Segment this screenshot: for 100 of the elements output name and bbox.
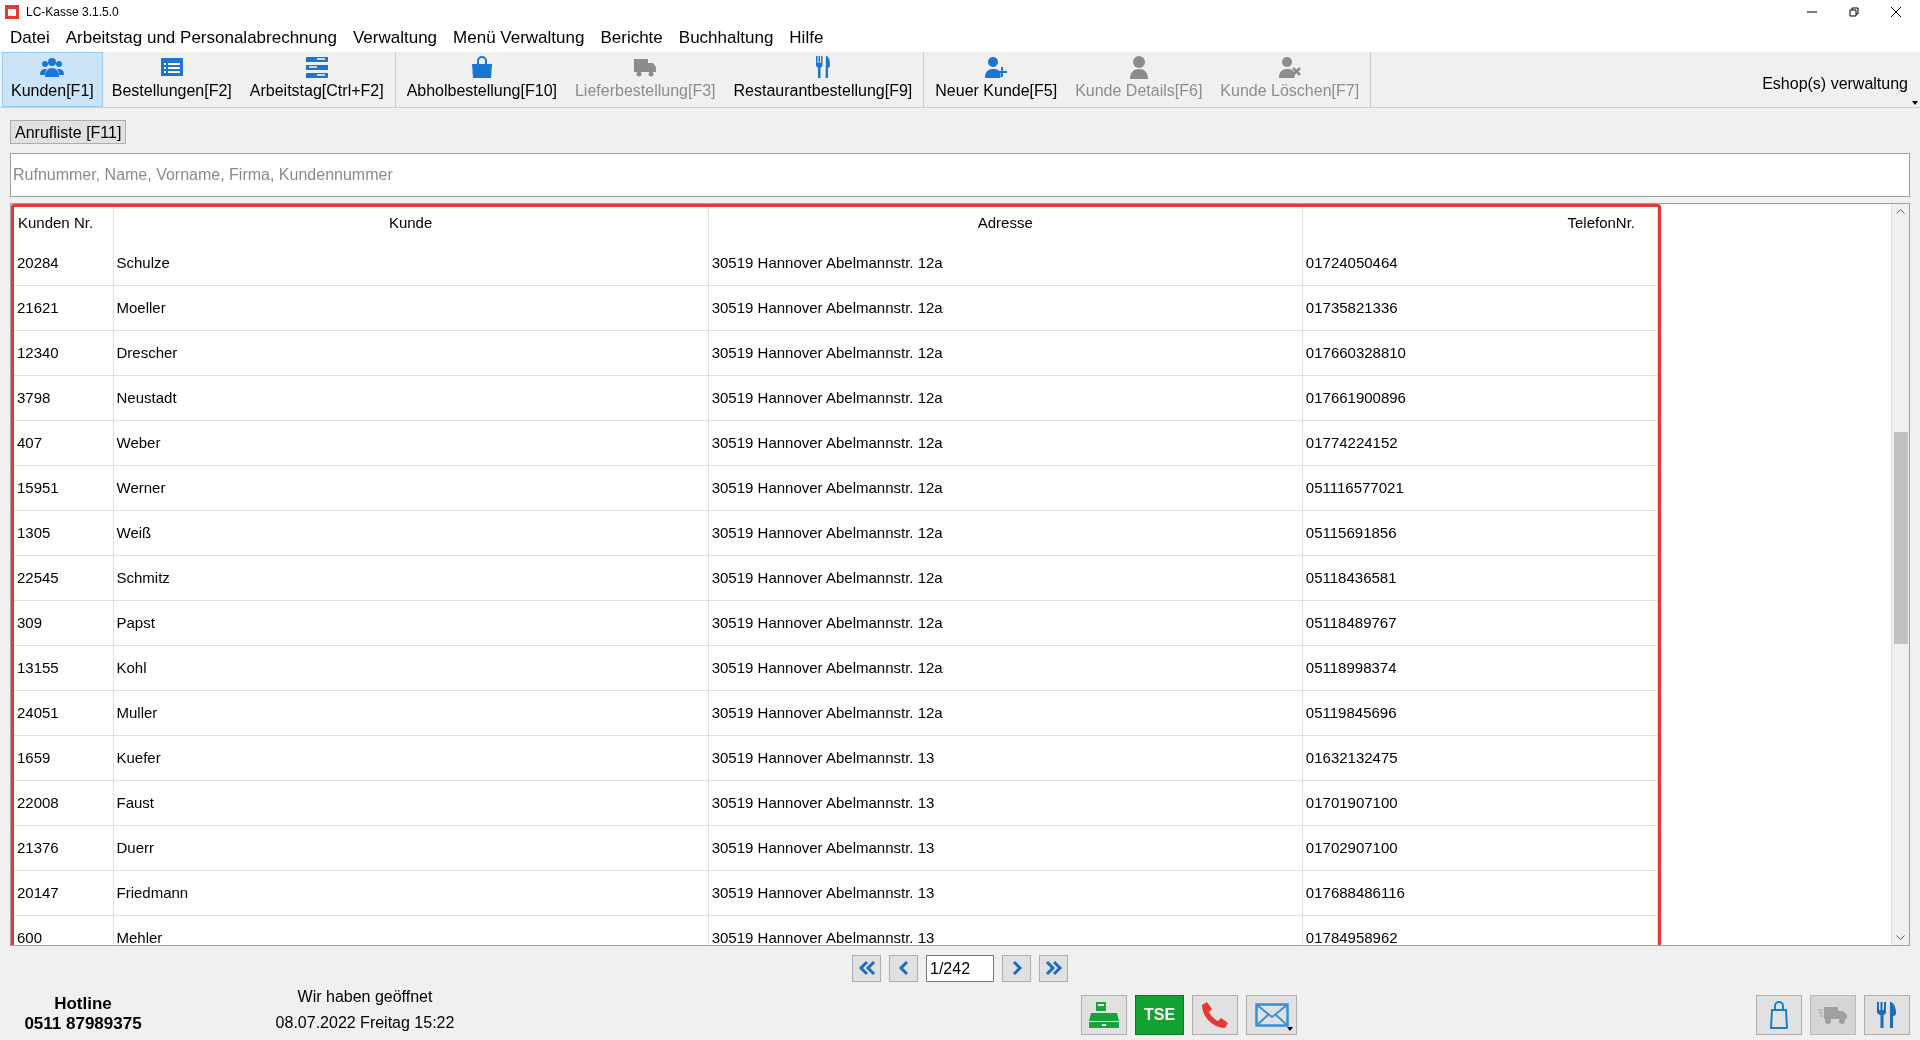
double-chevron-left-icon [856,960,877,977]
table-cell: 30519 Hannover Abelmannstr. 12a [708,240,1303,286]
cutlery-icon [1875,1001,1899,1029]
table-cell: 30519 Hannover Abelmannstr. 12a [708,645,1303,691]
next-page-button[interactable] [1002,954,1031,982]
table-cell: 30519 Hannover Abelmannstr. 13 [708,780,1303,826]
table-cell: 05118436581 [1302,555,1658,601]
table-cell: 30519 Hannover Abelmannstr. 12a [708,420,1303,466]
table-cell: Muller [113,690,709,736]
add-user-icon [984,54,1009,79]
table-cell: Kohl [113,645,709,691]
table-cell: 600 [14,915,113,945]
table-cell: 1659 [14,735,113,781]
table-cell: Faust [113,780,709,826]
toolbar-button[interactable]: Neuer Kunde[F5] [926,51,1067,107]
table-cell: 15951 [14,465,113,511]
toolbar-button[interactable]: Abholbestellung[F10] [397,51,566,107]
column-header[interactable]: Adresse [708,206,1303,241]
table-cell: 01784958962 [1302,915,1658,945]
table-cell: Kuefer [113,735,709,781]
table-cell: 01701907100 [1302,780,1658,826]
page-field[interactable]: 1/242 [926,954,994,982]
column-header[interactable]: TelefonNr. [1302,206,1658,241]
menu-item[interactable]: Berichte [592,25,671,51]
app-logo-icon [4,3,20,20]
table-cell: 30519 Hannover Abelmannstr. 13 [708,870,1303,916]
table-cell: Drescher [113,330,709,376]
hotline-number: 0511 87989375 [24,1014,142,1034]
menu-item[interactable]: Datei [2,25,58,51]
first-page-button[interactable] [852,954,881,982]
scroll-down-icon[interactable] [1896,935,1905,942]
table-cell: 01724050464 [1302,240,1658,286]
table-cell: 30519 Hannover Abelmannstr. 12a [708,555,1303,601]
toolbar-button[interactable]: Bestellungen[F2] [102,51,241,107]
table-cell: 30519 Hannover Abelmannstr. 12a [708,465,1303,511]
scroll-up-icon[interactable] [1896,207,1905,214]
table-cell: 30519 Hannover Abelmannstr. 12a [708,600,1303,646]
dropdown-caret-icon [1287,1027,1293,1031]
hotline-label: Hotline [54,994,112,1014]
table-cell: 051116577021 [1302,465,1658,511]
last-page-button[interactable] [1039,954,1068,982]
previous-page-button[interactable] [889,954,918,982]
table-cell: Schmitz [113,555,709,601]
chevron-left-icon [897,960,910,977]
menu-item[interactable]: Menü Verwaltung [445,25,593,51]
table-cell: 30519 Hannover Abelmannstr. 13 [708,735,1303,781]
table-cell: 05118489767 [1302,600,1658,646]
search-field[interactable]: Rufnummer, Name, Vorname, Firma, Kundennummer [10,152,1910,197]
column-header[interactable]: Kunden Nr. [14,206,113,241]
table-cell: 22545 [14,555,113,601]
table-cell: 01702907100 [1302,825,1658,871]
table-cell: Friedmann [113,870,709,916]
table-cell: 30519 Hannover Abelmannstr. 12a [708,330,1303,376]
vertical-scrollbar[interactable] [1891,203,1909,946]
table-cell: 407 [14,420,113,466]
server-icon [304,54,329,79]
table-cell: 30519 Hannover Abelmannstr. 12a [708,375,1303,421]
phone-button[interactable] [1192,995,1238,1035]
table-cell: 21376 [14,825,113,871]
mail-button[interactable] [1246,995,1297,1035]
mail-icon [1254,1003,1289,1027]
eshop-menu[interactable]: Eshop(s) verwaltung [1762,72,1908,97]
register-button[interactable] [1081,995,1127,1035]
menu-item[interactable]: Buchhaltung [670,25,782,51]
remove-user-icon [1277,54,1302,79]
table-cell: Neustadt [113,375,709,421]
menu-item[interactable]: Verwaltung [344,25,446,51]
toolbar-button[interactable]: Restaurantbestellung[F9] [724,51,922,107]
table-cell: 05118998374 [1302,645,1658,691]
restore-icon[interactable] [1848,5,1860,18]
table-cell: 017661900896 [1302,375,1658,421]
close-icon[interactable] [1890,5,1902,18]
table-cell: Schulze [113,240,709,286]
menu-item[interactable]: Hilfe [781,25,832,51]
cash-register-icon [1088,1001,1120,1029]
cutlery-button[interactable] [1864,995,1910,1035]
shopping-bag-icon [469,54,494,79]
double-chevron-right-icon [1043,960,1064,977]
table-cell: 30519 Hannover Abelmannstr. 12a [708,690,1303,736]
truck-icon [1818,1005,1848,1025]
shopping-bag-icon [1769,1001,1789,1029]
scrollbar-thumb[interactable] [1893,431,1908,644]
toolbar-button[interactable]: Arbeitstag[Ctrl+F2] [240,51,393,107]
menu-item[interactable]: Arbeitstag und Personalabrechnung [57,25,345,51]
table-cell: Werner [113,465,709,511]
table-cell: 30519 Hannover Abelmannstr. 12a [708,285,1303,331]
call-list-button[interactable]: Anrufliste [F11] [10,119,127,144]
table-cell: Weber [113,420,709,466]
column-header[interactable]: Kunde [113,206,709,241]
toolbar-button[interactable]: Kunden[F1] [2,51,103,107]
dropdown-caret-icon[interactable] [1912,100,1918,105]
bag-button[interactable] [1756,995,1802,1035]
table-cell: 22008 [14,780,113,826]
table-cell: 1305 [14,510,113,556]
table-cell: 13155 [14,645,113,691]
table-cell: Weiß [113,510,709,556]
table-cell: Moeller [113,285,709,331]
table-cell: 12340 [14,330,113,376]
table-cell: 30519 Hannover Abelmannstr. 12a [708,510,1303,556]
table-cell: 20147 [14,870,113,916]
